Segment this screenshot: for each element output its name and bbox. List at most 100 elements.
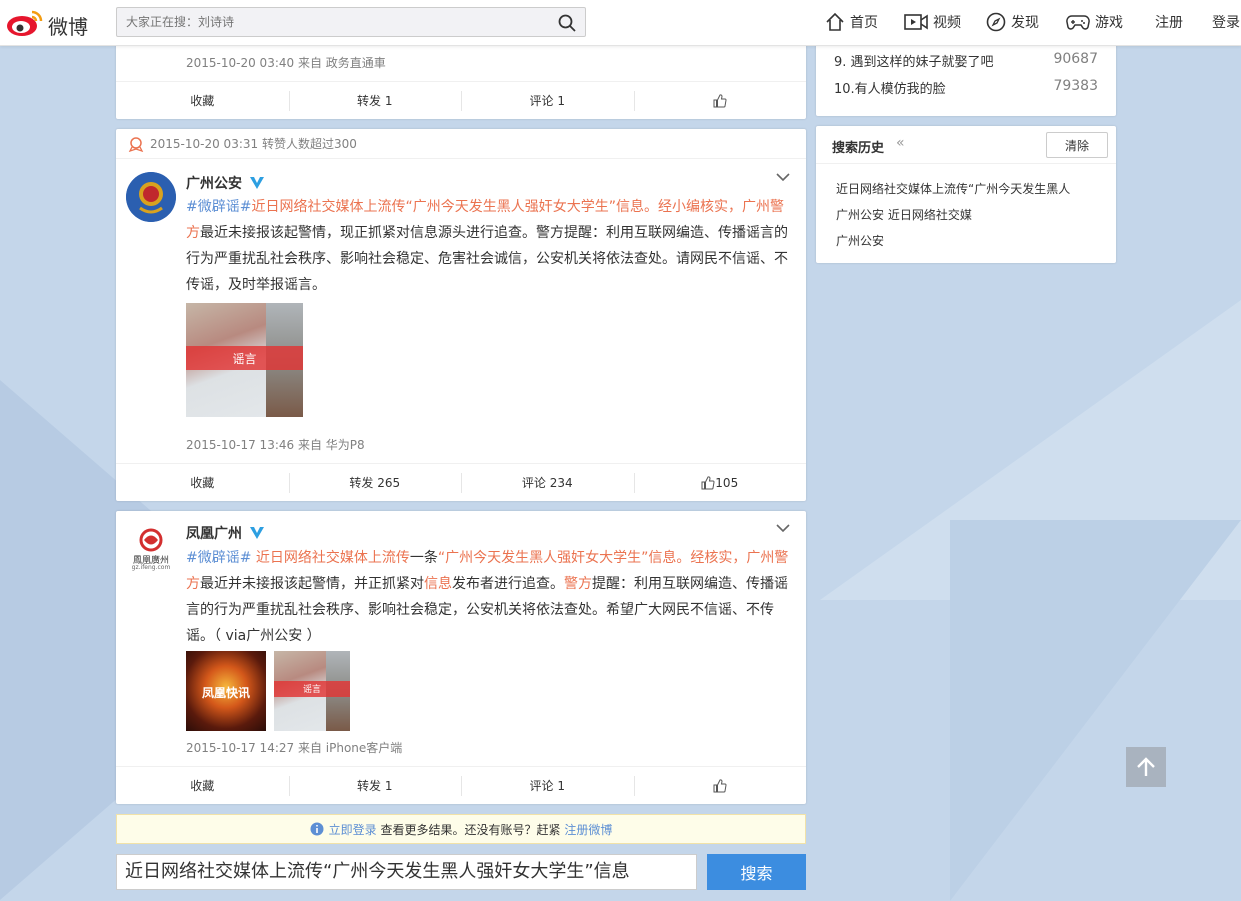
post-image[interactable]: 谣言 [274, 651, 350, 731]
hot-search-item[interactable]: 10.有人模仿我的脸 79383 [834, 78, 1098, 98]
comment-label: 评论 1 [529, 94, 565, 108]
info-icon [310, 822, 324, 836]
like-button[interactable]: 105 [633, 464, 807, 501]
clear-history-label: 清除 [1064, 138, 1089, 153]
post-meta: 2015-10-17 13:46 来自 华为P8 [186, 438, 365, 452]
repost-label: 转发 1 [357, 779, 393, 793]
collect-label: 收藏 [190, 779, 215, 793]
post-meta: 2015-10-17 14:27 来自 iPhone客户端 [186, 741, 403, 755]
search-history-title: 搜索历史 [832, 141, 885, 156]
post-image[interactable]: 谣言 [186, 303, 303, 417]
bottom-search-button[interactable]: 搜索 [707, 854, 806, 890]
search-history-panel: 搜索历史 « 清除 近日网络社交媒体上流传“广州今天发生黑人 广州公安 近日网络… [816, 126, 1116, 263]
search-history-item[interactable]: 广州公安 [836, 232, 884, 249]
hashtag-link[interactable]: #微辟谣# [186, 550, 251, 566]
collapse-icon[interactable]: « [896, 135, 905, 151]
repost-label: 转发 265 [349, 476, 401, 490]
search-history-item[interactable]: 广州公安 近日网络社交媒 [836, 206, 972, 223]
comment-label: 评论 234 [521, 476, 573, 490]
nav-home-label: 首页 [850, 15, 878, 31]
collect-label: 收藏 [190, 94, 215, 108]
home-icon [826, 12, 844, 31]
nav-login-label: 登录 [1212, 15, 1240, 31]
collect-button[interactable]: 收藏 [116, 82, 289, 119]
logo-text: 微博 [48, 15, 88, 39]
login-prompt-text: 查看更多结果。还没有账号？赶紧 [376, 822, 565, 837]
nav-login[interactable]: 登录 [1212, 11, 1240, 33]
top-search [116, 7, 586, 37]
like-button[interactable] [633, 82, 807, 119]
hot-search-count: 79383 [1053, 78, 1098, 94]
video-icon [904, 14, 928, 30]
nav-register[interactable]: 注册 [1155, 11, 1183, 33]
like-button[interactable] [633, 767, 807, 804]
post-body: 发布者进行追查。 [452, 576, 564, 592]
thumbs-up-icon [713, 778, 727, 792]
author-name: 广州公安 [186, 176, 242, 192]
nav-register-label: 注册 [1155, 15, 1183, 31]
post-image[interactable]: 凤凰快讯 [186, 651, 266, 731]
post-highlight: 近日网络社交媒体上流传 [251, 550, 410, 566]
weibo-eye-icon [7, 10, 43, 36]
nav-video-label: 视频 [933, 15, 961, 31]
hot-badge-icon [128, 136, 144, 152]
verified-icon [250, 527, 264, 539]
search-input[interactable] [117, 8, 547, 36]
login-link[interactable]: 立即登录 [329, 821, 377, 838]
post-author[interactable]: 广州公安 [186, 173, 265, 193]
gamepad-icon [1066, 15, 1090, 30]
nav-discover[interactable]: 发现 [986, 11, 1039, 33]
search-icon[interactable] [557, 13, 577, 33]
clear-history-button[interactable]: 清除 [1046, 132, 1108, 158]
post-body: 最近并未接报该起警情，并正抓紧对 [200, 576, 424, 592]
post-meta: 2015-10-20 03:40 来自 政务直通車 [186, 56, 386, 70]
nav-home[interactable]: 首页 [825, 11, 878, 33]
bottom-search-label: 搜索 [740, 864, 773, 883]
compass-icon [986, 12, 1006, 32]
weibo-logo[interactable]: 微博 [6, 6, 88, 39]
repost-button[interactable]: 转发 1 [288, 82, 462, 119]
nav-discover-label: 发现 [1011, 15, 1039, 31]
thumbs-up-icon [713, 93, 727, 107]
nav-game[interactable]: 游戏 [1066, 11, 1123, 33]
post-highlight: 信息 [424, 576, 452, 592]
search-history-header: 搜索历史 « 清除 [816, 126, 1116, 164]
post-text: #微辟谣# 近日网络社交媒体上流传一条“广州今天发生黑人强奸女大学生”信息。经核… [186, 545, 791, 649]
hot-search-title: 9. 遇到这样的妹子就娶了吧 [834, 55, 994, 70]
avatar[interactable] [126, 172, 176, 222]
hot-search-item[interactable]: 9. 遇到这样的妹子就娶了吧 90687 [834, 51, 1098, 71]
post-highlight: 警方 [564, 576, 592, 592]
collect-button[interactable]: 收藏 [116, 767, 289, 804]
post-author[interactable]: 凤凰广州 [186, 523, 265, 543]
like-count: 105 [715, 475, 739, 490]
comment-button[interactable]: 评论 234 [461, 464, 634, 501]
collect-button[interactable]: 收藏 [116, 464, 289, 501]
repost-button[interactable]: 转发 265 [288, 464, 462, 501]
police-emblem-icon [126, 172, 176, 222]
hashtag-link[interactable]: #微辟谣# [186, 199, 251, 215]
nav-video[interactable]: 视频 [904, 11, 961, 33]
weibo-post-card: 鳳凰廣州 gz.ifeng.com 凤凰广州 #微辟谣# 近日网络社交媒体上流传… [116, 511, 806, 804]
collect-label: 收藏 [190, 476, 215, 490]
search-history-item[interactable]: 近日网络社交媒体上流传“广州今天发生黑人 [836, 180, 1070, 197]
repost-button[interactable]: 转发 1 [288, 767, 462, 804]
register-link[interactable]: 注册微博 [564, 821, 612, 838]
image-caption: 凤凰快讯 [201, 686, 250, 700]
rumor-stamp: 谣言 [302, 685, 321, 695]
top-nav-bar: 微博 首页 视频 发现 游戏 注册 登录 [0, 0, 1241, 46]
comment-button[interactable]: 评论 1 [461, 767, 634, 804]
chevron-down-icon[interactable] [776, 172, 790, 182]
nav-game-label: 游戏 [1095, 15, 1123, 31]
back-to-top-button[interactable] [1126, 747, 1166, 787]
chevron-down-icon[interactable] [776, 523, 790, 533]
avatar[interactable]: 鳳凰廣州 gz.ifeng.com [126, 523, 176, 573]
post-hot-header: 2015-10-20 03:31 转赞人数超过300 [116, 129, 806, 159]
post-body: 一条 [409, 550, 438, 566]
verified-icon [250, 177, 264, 189]
post-body: 最近未接报该起警情，现正抓紧对信息源头进行追查。警方提醒：利用互联网编造、传播谣… [186, 225, 788, 293]
repost-label: 转发 1 [357, 94, 393, 108]
arrow-up-icon [1137, 757, 1155, 776]
avatar-sub: gz.ifeng.com [131, 564, 171, 571]
bottom-search-input[interactable]: 近日网络社交媒体上流传“广州今天发生黑人强奸女大学生”信息 [116, 854, 697, 890]
comment-button[interactable]: 评论 1 [461, 82, 634, 119]
